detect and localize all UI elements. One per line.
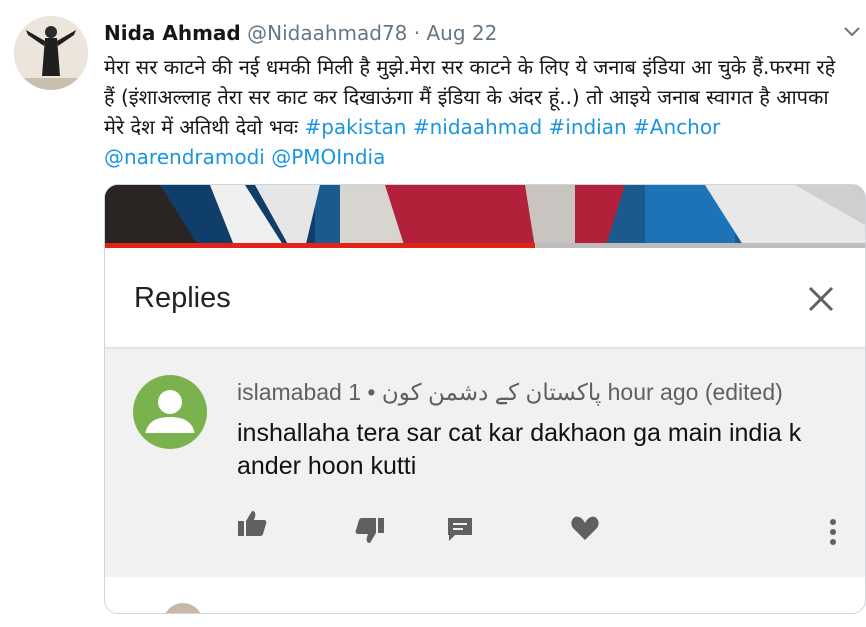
tweet-text: मेरा सर काटने की नई धमकी मिली है मुझे.मे… bbox=[104, 52, 849, 172]
commenter-avatar[interactable] bbox=[133, 375, 207, 449]
comment-text: inshallaha tera sar cat kar dakhaon ga m… bbox=[237, 419, 802, 480]
video-thumbnail-strip bbox=[105, 185, 865, 248]
mention-narendramodi[interactable]: @narendramodi bbox=[104, 145, 265, 169]
tweet-date[interactable]: Aug 22 bbox=[426, 21, 497, 45]
tweet-hashtags[interactable]: #pakistan #nidaahmad #indian #Anchor bbox=[304, 115, 720, 139]
date-separator: · bbox=[407, 21, 427, 45]
author-name[interactable]: Nida Ahmad bbox=[104, 21, 241, 45]
close-icon[interactable] bbox=[805, 283, 837, 315]
commenter-name[interactable]: islamabad پاکستان کے دشمن کون bbox=[237, 379, 601, 405]
next-comment-avatar[interactable] bbox=[163, 603, 203, 613]
mention-pmoindia[interactable]: @PMOIndia bbox=[271, 145, 385, 169]
default-user-icon bbox=[143, 390, 197, 435]
replies-title: Replies bbox=[134, 282, 231, 314]
thumbs-down-icon[interactable] bbox=[355, 515, 385, 545]
tweet-header: Nida Ahmad @Nidaahmad78 · Aug 22 bbox=[104, 20, 497, 46]
author-handle[interactable]: @Nidaahmad78 bbox=[247, 21, 407, 45]
more-vert-icon[interactable] bbox=[823, 517, 843, 547]
comment-meta: islamabad پاکستان کے دشمن کون • 1 hour a… bbox=[237, 379, 783, 406]
reply-icon[interactable] bbox=[445, 515, 475, 545]
tweet-media-screenshot[interactable]: Replies islamabad پاکستان کے دشمن کون • … bbox=[104, 184, 866, 614]
meta-bullet: • bbox=[361, 379, 382, 405]
comment-item: islamabad پاکستان کے دشمن کون • 1 hour a… bbox=[105, 349, 865, 577]
thumbs-up-icon[interactable] bbox=[237, 509, 267, 539]
chevron-down-icon[interactable] bbox=[842, 24, 862, 38]
author-avatar[interactable] bbox=[14, 16, 88, 90]
heart-icon[interactable] bbox=[570, 513, 600, 543]
replies-header: Replies bbox=[105, 248, 865, 349]
author-photo bbox=[14, 16, 88, 90]
